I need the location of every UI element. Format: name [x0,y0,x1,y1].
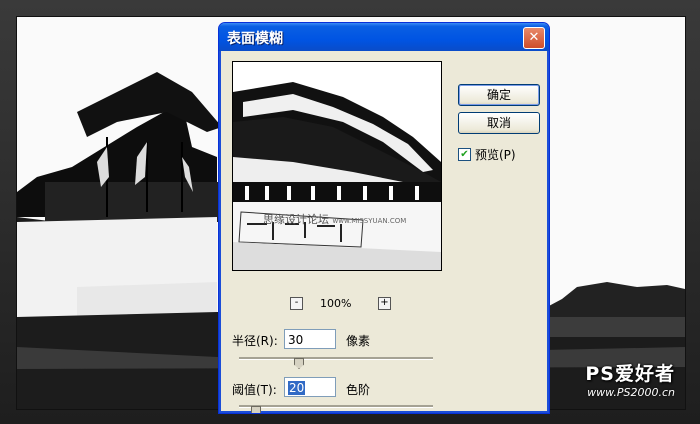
preview-watermark-url: www.MISSYUAN.COM [332,217,407,225]
preview-checkbox-label: 预览(P) [475,148,516,162]
radius-label: 半径(R): [232,334,278,348]
dialog-title: 表面模糊 [227,31,283,47]
threshold-slider-track[interactable] [239,405,433,408]
zoom-level: 100% [320,297,352,310]
preview-watermark-cn: 思缘设计论坛 [263,213,329,226]
threshold-value: 20 [288,381,306,395]
zoom-in-button[interactable]: + [378,297,391,310]
checkmark-icon: ✔ [460,148,469,160]
image-frame: PS爱好者 www.PS2000.cn 表面模糊 ✕ 思缘设计论坛 www.MI… [0,0,700,424]
dialog-titlebar[interactable]: 表面模糊 ✕ [219,23,549,51]
zoom-controls: - 100% + [290,296,391,312]
dialog-body: 思缘设计论坛 www.MISSYUAN.COM - 100% + 确定 取消 ✔… [222,51,546,413]
close-button[interactable]: ✕ [523,27,545,49]
surface-blur-dialog: 表面模糊 ✕ 思缘设计论坛 www.MISSYUAN.COM - 100% + … [218,22,550,414]
watermark: PS爱好者 www.PS2000.cn [585,359,675,399]
threshold-label: 阈值(T): [232,383,277,397]
zoom-out-button[interactable]: - [290,297,303,310]
threshold-unit: 色阶 [346,383,371,397]
close-icon: ✕ [528,30,540,45]
preview-pane[interactable]: 思缘设计论坛 www.MISSYUAN.COM [232,61,442,271]
preview-image [233,62,441,270]
radius-slider-thumb[interactable] [294,358,304,369]
cancel-button[interactable]: 取消 [458,112,540,134]
radius-unit: 像素 [346,334,371,348]
radius-slider-track[interactable] [239,357,433,360]
threshold-slider-thumb[interactable] [251,406,261,413]
preview-watermark: 思缘设计论坛 www.MISSYUAN.COM [263,211,406,227]
watermark-url: www.PS2000.cn [587,386,675,399]
threshold-input[interactable]: 20 [284,377,336,397]
preview-checkbox-row[interactable]: ✔ 预览(P) [458,146,516,163]
preview-checkbox[interactable]: ✔ [458,148,471,161]
ok-button[interactable]: 确定 [458,84,540,106]
watermark-brand: PS爱好者 [585,363,675,385]
radius-input[interactable]: 30 [284,329,336,349]
